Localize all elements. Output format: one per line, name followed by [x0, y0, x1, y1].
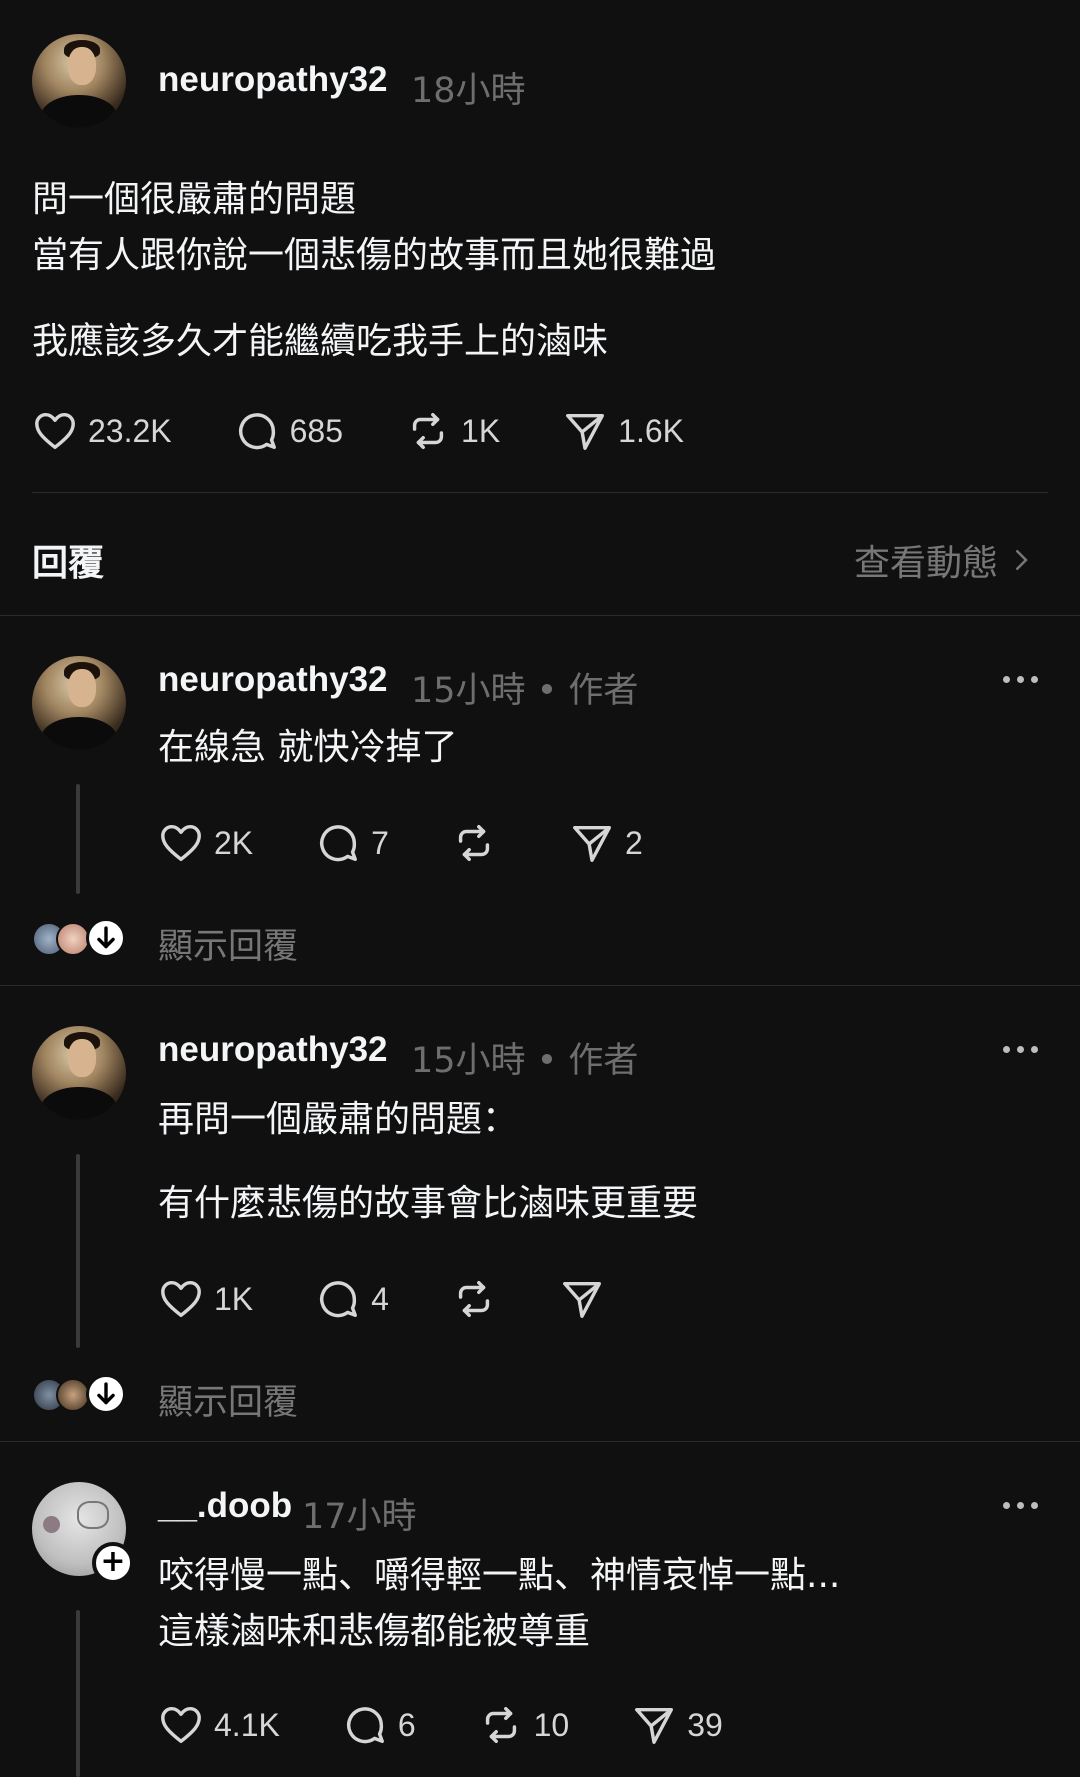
- reply-username[interactable]: neuropathy32: [158, 1030, 388, 1070]
- replier-avatars[interactable]: [32, 1374, 132, 1418]
- more-options-button[interactable]: [1003, 1046, 1038, 1053]
- comment-count: 6: [397, 1706, 416, 1743]
- post-divider: [32, 492, 1048, 493]
- repost-icon: [485, 1706, 516, 1744]
- comment-button[interactable]: 6: [342, 1702, 416, 1748]
- share-count: 2: [624, 824, 643, 861]
- comment-count: 4: [371, 1280, 389, 1317]
- heart-icon: [161, 1706, 201, 1744]
- share-button[interactable]: 1.6K: [562, 408, 684, 454]
- replier-avatars[interactable]: [32, 918, 132, 962]
- reply-timestamp: 15小時 • 作者: [411, 1041, 639, 1081]
- send-icon: [562, 1281, 601, 1318]
- share-button[interactable]: 39: [631, 1702, 723, 1748]
- mini-avatar: [56, 922, 90, 956]
- comment-count: 685: [289, 412, 344, 449]
- comment-bubble-icon: [346, 1707, 384, 1744]
- reply-text-line-1: 咬得慢一點、嚼得輕一點、神情哀悼一點...: [158, 1555, 841, 1596]
- comment-button[interactable]: 4: [315, 1276, 389, 1322]
- share-count: 1.6K: [618, 412, 684, 449]
- like-count: 4.1K: [214, 1706, 280, 1743]
- reply-text-line-1: 在線急 就快冷掉了: [158, 727, 458, 768]
- like-count: 23.2K: [88, 412, 172, 449]
- heart-icon: [161, 824, 201, 862]
- comment-bubble-icon: [320, 1281, 358, 1318]
- post-username[interactable]: neuropathy32: [158, 60, 388, 100]
- expand-replies-badge: [86, 918, 126, 958]
- repost-icon: [458, 824, 490, 862]
- reply-divider: [0, 985, 1080, 986]
- share-button[interactable]: [559, 1276, 605, 1322]
- share-button[interactable]: 2: [569, 820, 643, 866]
- comment-bubble-icon: [320, 825, 358, 862]
- reply-text-line-1: 再問一個嚴肅的問題：: [158, 1099, 519, 1140]
- more-options-button[interactable]: [1003, 676, 1038, 683]
- comment-button[interactable]: 685: [234, 408, 343, 454]
- author-avatar[interactable]: [32, 34, 126, 128]
- chevron-right-icon: [1016, 550, 1028, 570]
- repost-button[interactable]: [451, 820, 507, 866]
- thread-line: [76, 784, 80, 894]
- like-button[interactable]: 2K: [158, 820, 253, 866]
- like-button[interactable]: 4.1K: [158, 1702, 280, 1748]
- comment-count: 7: [371, 824, 389, 861]
- post-text-line-3: 我應該多久才能繼續吃我手上的滷味: [32, 321, 609, 362]
- comment-button[interactable]: 7: [315, 820, 389, 866]
- section-divider: [0, 615, 1080, 616]
- send-icon: [566, 413, 605, 450]
- repost-button[interactable]: 1K: [405, 408, 500, 454]
- view-activity-label: 查看動態: [853, 543, 998, 584]
- follow-button[interactable]: +: [92, 1542, 134, 1584]
- mini-avatar: [56, 1378, 90, 1412]
- expand-replies-badge: [86, 1374, 126, 1414]
- share-count: 39: [687, 1706, 723, 1743]
- repost-count: 10: [533, 1706, 570, 1743]
- reply-text-line-2: 有什麼悲傷的故事會比滷味更重要: [158, 1183, 699, 1224]
- post-text-line-1: 問一個很嚴肅的問題: [32, 179, 357, 220]
- reply-timestamp: 17小時: [302, 1497, 417, 1537]
- reply-avatar[interactable]: [32, 1026, 126, 1120]
- replies-heading: 回覆: [32, 543, 105, 584]
- arrow-down-icon: [97, 926, 115, 949]
- like-count: 2K: [214, 824, 254, 861]
- comment-bubble-icon: [238, 413, 276, 450]
- like-button[interactable]: 23.2K: [32, 408, 172, 454]
- post-actions: 23.2K 685 1K 1.6K: [32, 408, 684, 454]
- reply-username[interactable]: neuropathy32: [158, 660, 388, 700]
- send-icon: [635, 1707, 674, 1744]
- reply-avatar[interactable]: [32, 656, 126, 750]
- repost-icon: [412, 412, 444, 450]
- repost-button[interactable]: [451, 1276, 497, 1322]
- post-text-line-2: 當有人跟你說一個悲傷的故事而且她很難過: [32, 235, 717, 276]
- like-count: 1K: [214, 1280, 254, 1317]
- reply-timestamp: 15小時 • 作者: [411, 671, 639, 711]
- show-replies-link[interactable]: 顯示回覆: [158, 1374, 298, 1425]
- view-activity-link[interactable]: 查看動態: [854, 534, 1036, 586]
- reply-username[interactable]: __.doob: [158, 1486, 292, 1526]
- like-button[interactable]: 1K: [158, 1276, 253, 1322]
- heart-icon: [35, 412, 75, 450]
- plus-icon: +: [100, 1544, 126, 1579]
- thread-line: [76, 1154, 80, 1348]
- reply-actions: 4.1K 6 10 39: [158, 1702, 723, 1748]
- post-timestamp: 18小時: [411, 71, 526, 111]
- reply-actions: 2K 7 2: [158, 820, 643, 866]
- repost-icon: [458, 1280, 490, 1318]
- repost-button[interactable]: 10: [478, 1702, 570, 1748]
- show-replies-link[interactable]: 顯示回覆: [158, 918, 298, 969]
- send-icon: [572, 825, 611, 862]
- more-options-button[interactable]: [1003, 1502, 1038, 1509]
- reply-divider: [0, 1441, 1080, 1442]
- repost-count: 1K: [461, 412, 501, 449]
- arrow-down-icon: [97, 1382, 115, 1405]
- reply-actions: 1K 4: [158, 1276, 605, 1322]
- heart-icon: [161, 1280, 201, 1318]
- thread-line: [76, 1610, 80, 1777]
- reply-text-line-2: 這樣滷味和悲傷都能被尊重: [158, 1611, 591, 1652]
